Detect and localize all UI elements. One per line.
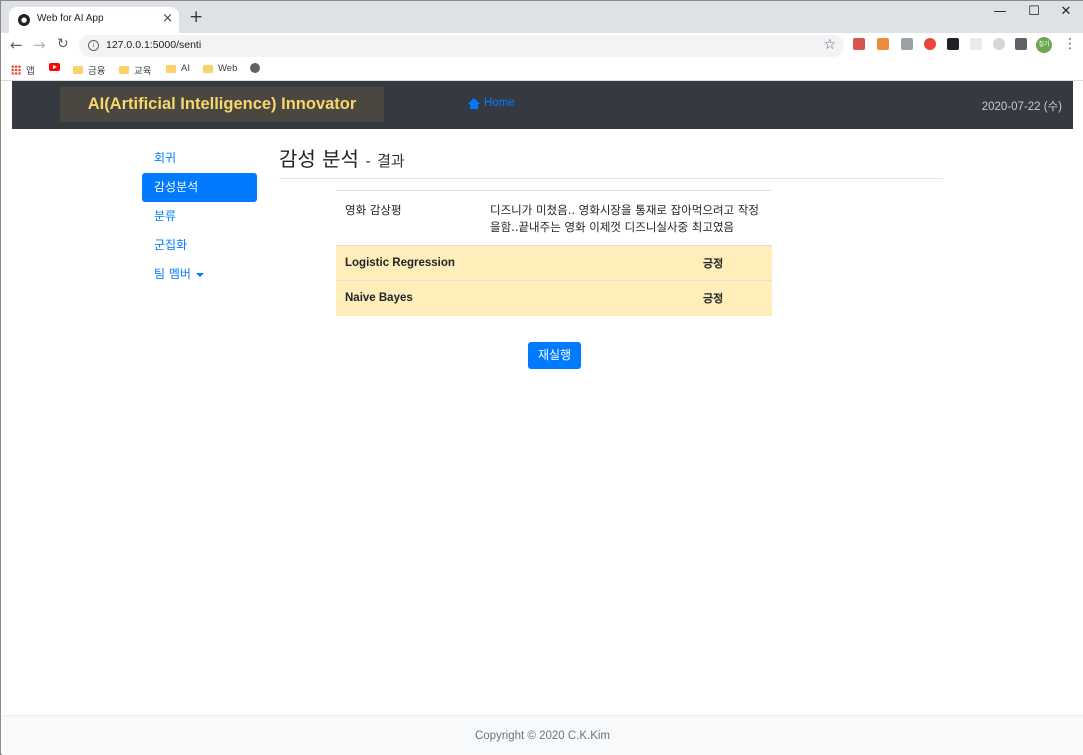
bookmark-star-icon[interactable]: ☆ [823, 37, 836, 53]
new-tab-icon[interactable]: + [189, 8, 203, 26]
review-label: 영화 감상평 [336, 190, 481, 246]
browser-menu-icon[interactable]: ⋮ [1063, 36, 1077, 52]
screen-extension-icon[interactable] [901, 38, 913, 50]
browser-window: ● Web for AI App × + — ☐ ✕ ← → ↻ i 127.0… [0, 0, 1083, 755]
terminal-extension-icon[interactable] [947, 38, 959, 50]
app-favicon-icon: ● [18, 14, 30, 26]
window-close-icon[interactable]: ✕ [1051, 4, 1081, 19]
bookmarks-bar: 앱 금융 교육 AI Web [1, 59, 1083, 81]
rerun-button[interactable]: 재실행 [528, 342, 581, 369]
top-navbar: AI(Artificial Intelligence) Innovator Ho… [12, 81, 1073, 129]
model-name: Logistic Regression [336, 245, 694, 281]
table-row-model: Naive Bayes 긍정 [336, 280, 772, 316]
folder-icon [203, 64, 213, 73]
bookmark-folder-finance[interactable]: 금융 [73, 63, 105, 77]
blank-extension-icon[interactable] [970, 38, 982, 50]
navbar-brand[interactable]: AI(Artificial Intelligence) Innovator [60, 87, 384, 122]
result-table: 영화 감상평 디즈니가 미쳤음.. 영화시장을 통재로 잡아먹으려고 작정을함.… [336, 190, 772, 316]
back-arrow-icon[interactable]: ← [10, 36, 23, 54]
puzzle-extensions-icon[interactable] [1015, 38, 1027, 50]
browser-titlebar: ● Web for AI App × + — ☐ ✕ [1, 1, 1083, 33]
ek-extension-icon[interactable] [877, 38, 889, 50]
web-page: AI(Artificial Intelligence) Innovator Ho… [2, 81, 1083, 755]
sidebar-item-clustering[interactable]: 군집화 [142, 231, 257, 260]
bookmark-folder-web[interactable]: Web [203, 63, 237, 74]
tab-title: Web for AI App [37, 13, 104, 24]
moon-extension-icon[interactable] [993, 38, 1005, 50]
folder-icon [73, 66, 83, 74]
bookmark-globe[interactable] [250, 63, 260, 73]
sidebar-item-team-members[interactable]: 팀 멤버 [142, 260, 257, 289]
page-footer: Copyright © 2020 C.K.Kim [2, 715, 1083, 755]
forward-arrow-icon[interactable]: → [33, 36, 46, 54]
tab-close-icon[interactable]: × [162, 11, 173, 26]
youtube-icon [49, 63, 60, 71]
bookmark-youtube[interactable] [49, 63, 60, 71]
title-divider [279, 178, 943, 179]
navbar-date: 2020-07-22 (수) [981, 101, 1062, 113]
sidebar-item-classification[interactable]: 분류 [142, 202, 257, 231]
table-row-model: Logistic Regression 긍정 [336, 245, 772, 281]
sidebar-item-sentiment[interactable]: 감성분석 [142, 173, 257, 202]
maximize-icon[interactable]: ☐ [1019, 4, 1049, 19]
pdf-extension-icon[interactable] [853, 38, 865, 50]
page-subtitle: 결과 [377, 152, 405, 170]
bookmark-apps[interactable]: 앱 [11, 63, 35, 77]
home-link[interactable]: Home [468, 97, 515, 109]
model-result: 긍정 [693, 245, 772, 281]
page-title-separator: - [365, 152, 371, 170]
browser-toolbar: ← → ↻ i 127.0.0.1:5000/senti ☆ [1, 33, 1083, 59]
browser-tab[interactable]: ● Web for AI App × [9, 7, 179, 33]
address-url[interactable]: 127.0.0.1:5000/senti [106, 39, 201, 51]
page-title-main: 감성 분석 [279, 147, 359, 171]
reload-icon[interactable]: ↻ [57, 36, 69, 52]
opera-extension-icon[interactable] [924, 38, 936, 50]
bookmark-folder-ai[interactable]: AI [166, 63, 190, 74]
copyright-text: Copyright © 2020 C.K.Kim [474, 730, 611, 742]
table-row-review: 영화 감상평 디즈니가 미쳤음.. 영화시장을 통재로 잡아먹으려고 작정을함.… [336, 190, 772, 246]
apps-grid-icon [11, 65, 21, 75]
caret-down-icon [195, 272, 204, 277]
review-text: 디즈니가 미쳤음.. 영화시장을 통재로 잡아먹으려고 작정을함..끝내주는 영… [481, 190, 772, 246]
folder-icon [166, 64, 176, 73]
minimize-icon[interactable]: — [985, 4, 1015, 19]
info-icon[interactable]: i [88, 40, 99, 51]
address-bar[interactable]: i 127.0.0.1:5000/senti ☆ [79, 35, 844, 57]
model-result: 긍정 [693, 280, 772, 316]
folder-icon [119, 66, 129, 74]
model-name: Naive Bayes [336, 280, 694, 316]
sidebar-item-regression[interactable]: 회귀 [142, 144, 257, 173]
home-icon [468, 97, 480, 109]
bookmark-folder-education[interactable]: 교육 [119, 63, 151, 77]
globe-icon [250, 63, 260, 73]
sidebar-nav: 회귀 감성분석 분류 군집화 팀 멤버 [142, 144, 257, 289]
home-label: Home [484, 97, 515, 109]
profile-avatar[interactable]: 철기 [1036, 37, 1052, 53]
page-title: 감성 분석 - 결과 [279, 143, 405, 172]
